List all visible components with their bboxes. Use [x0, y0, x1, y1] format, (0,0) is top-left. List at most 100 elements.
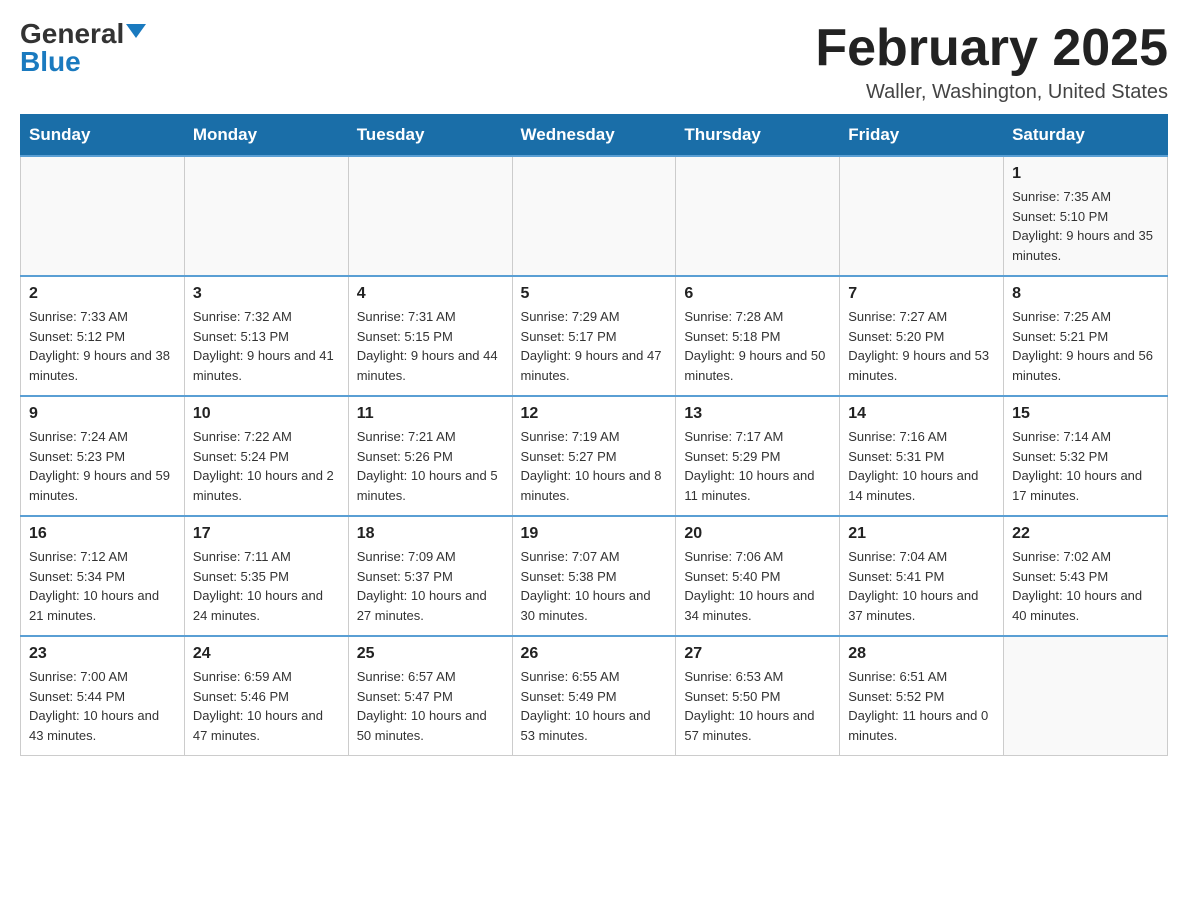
day-number: 16: [29, 525, 176, 543]
day-number: 8: [1012, 285, 1159, 303]
day-number: 12: [521, 405, 668, 423]
calendar-cell: 26Sunrise: 6:55 AM Sunset: 5:49 PM Dayli…: [512, 636, 676, 756]
day-number: 4: [357, 285, 504, 303]
calendar-cell: 27Sunrise: 6:53 AM Sunset: 5:50 PM Dayli…: [676, 636, 840, 756]
calendar-cell: 23 Sunrise: 7:00 AM Sunset: 5:44 PM Dayli…: [21, 636, 185, 756]
day-info: Sunrise: 7:11 AM Sunset: 5:35 PM Dayligh…: [193, 547, 340, 625]
day-info: Sunrise: 7:24 AM Sunset: 5:23 PM Dayligh…: [29, 427, 176, 505]
day-info: Sunrise: 7:17 AM Sunset: 5:29 PM Dayligh…: [684, 427, 831, 505]
day-number: 15: [1012, 405, 1159, 423]
calendar-day-header-friday: Friday: [840, 115, 1004, 157]
day-number: 1: [1012, 165, 1159, 183]
day-number: 27: [684, 645, 831, 663]
calendar-day-header-saturday: Saturday: [1004, 115, 1168, 157]
calendar-cell: 10 Sunrise: 7:22 AM Sunset: 5:24 PM Dayli…: [184, 396, 348, 516]
day-info: Sunrise: 6:59 AM Sunset: 5:46 PM Dayligh…: [193, 667, 340, 745]
day-info: Sunrise: 7:02 AM Sunset: 5:43 PM Dayligh…: [1012, 547, 1159, 625]
day-number: 7: [848, 285, 995, 303]
logo-blue-text: Blue: [20, 48, 81, 76]
calendar-cell: 17 Sunrise: 7:11 AM Sunset: 5:35 PM Dayli…: [184, 516, 348, 636]
day-info: Sunrise: 7:32 AM Sunset: 5:13 PM Dayligh…: [193, 307, 340, 385]
calendar-day-header-thursday: Thursday: [676, 115, 840, 157]
day-info: Sunrise: 7:07 AM Sunset: 5:38 PM Dayligh…: [521, 547, 668, 625]
title-block: February 2025 Waller, Washington, United…: [815, 20, 1168, 104]
calendar-day-header-tuesday: Tuesday: [348, 115, 512, 157]
calendar-week-row: 2 Sunrise: 7:33 AM Sunset: 5:12 PM Daylig…: [21, 276, 1168, 396]
day-number: 18: [357, 525, 504, 543]
calendar-cell: 1 Sunrise: 7:35 AM Sunset: 5:10 PM Daylig…: [1004, 156, 1168, 276]
page-header: General Blue February 2025 Waller, Washi…: [20, 20, 1168, 104]
day-info: Sunrise: 7:00 AM Sunset: 5:44 PM Dayligh…: [29, 667, 176, 745]
calendar-cell: 15Sunrise: 7:14 AM Sunset: 5:32 PM Dayli…: [1004, 396, 1168, 516]
calendar-week-row: 1 Sunrise: 7:35 AM Sunset: 5:10 PM Daylig…: [21, 156, 1168, 276]
day-number: 6: [684, 285, 831, 303]
day-info: Sunrise: 7:12 AM Sunset: 5:34 PM Dayligh…: [29, 547, 176, 625]
day-info: Sunrise: 7:29 AM Sunset: 5:17 PM Dayligh…: [521, 307, 668, 385]
calendar-week-row: 9 Sunrise: 7:24 AM Sunset: 5:23 PM Daylig…: [21, 396, 1168, 516]
day-info: Sunrise: 7:25 AM Sunset: 5:21 PM Dayligh…: [1012, 307, 1159, 385]
day-info: Sunrise: 6:57 AM Sunset: 5:47 PM Dayligh…: [357, 667, 504, 745]
day-number: 14: [848, 405, 995, 423]
calendar-header: SundayMondayTuesdayWednesdayThursdayFrid…: [21, 115, 1168, 157]
calendar-cell: [21, 156, 185, 276]
calendar-cell: 28 Sunrise: 6:51 AM Sunset: 5:52 PM Dayli…: [840, 636, 1004, 756]
calendar-cell: 18 Sunrise: 7:09 AM Sunset: 5:37 PM Dayli…: [348, 516, 512, 636]
calendar-cell: 11 Sunrise: 7:21 AM Sunset: 5:26 PM Dayli…: [348, 396, 512, 516]
calendar-cell: 14 Sunrise: 7:16 AM Sunset: 5:31 PM Dayli…: [840, 396, 1004, 516]
day-info: Sunrise: 7:33 AM Sunset: 5:12 PM Dayligh…: [29, 307, 176, 385]
calendar-cell: 3Sunrise: 7:32 AM Sunset: 5:13 PM Daylig…: [184, 276, 348, 396]
calendar-cell: [512, 156, 676, 276]
logo: General Blue: [20, 20, 146, 76]
logo-triangle-icon: [126, 24, 146, 38]
day-number: 17: [193, 525, 340, 543]
day-number: 13: [684, 405, 831, 423]
calendar-cell: 20 Sunrise: 7:06 AM Sunset: 5:40 PM Dayli…: [676, 516, 840, 636]
day-info: Sunrise: 7:21 AM Sunset: 5:26 PM Dayligh…: [357, 427, 504, 505]
calendar-cell: 12 Sunrise: 7:19 AM Sunset: 5:27 PM Dayli…: [512, 396, 676, 516]
calendar-week-row: 16 Sunrise: 7:12 AM Sunset: 5:34 PM Dayli…: [21, 516, 1168, 636]
day-info: Sunrise: 7:06 AM Sunset: 5:40 PM Dayligh…: [684, 547, 831, 625]
calendar-cell: [676, 156, 840, 276]
day-info: Sunrise: 7:22 AM Sunset: 5:24 PM Dayligh…: [193, 427, 340, 505]
day-number: 25: [357, 645, 504, 663]
day-info: Sunrise: 7:35 AM Sunset: 5:10 PM Dayligh…: [1012, 187, 1159, 265]
day-number: 19: [521, 525, 668, 543]
calendar-cell: 19 Sunrise: 7:07 AM Sunset: 5:38 PM Dayli…: [512, 516, 676, 636]
calendar-cell: 4Sunrise: 7:31 AM Sunset: 5:15 PM Daylig…: [348, 276, 512, 396]
day-number: 21: [848, 525, 995, 543]
calendar-week-row: 23 Sunrise: 7:00 AM Sunset: 5:44 PM Dayli…: [21, 636, 1168, 756]
day-info: Sunrise: 7:27 AM Sunset: 5:20 PM Dayligh…: [848, 307, 995, 385]
day-number: 28: [848, 645, 995, 663]
logo-general-text: General: [20, 20, 124, 48]
day-number: 5: [521, 285, 668, 303]
calendar-cell: [184, 156, 348, 276]
calendar-body: 1 Sunrise: 7:35 AM Sunset: 5:10 PM Daylig…: [21, 156, 1168, 756]
calendar-cell: 2 Sunrise: 7:33 AM Sunset: 5:12 PM Daylig…: [21, 276, 185, 396]
calendar-cell: [840, 156, 1004, 276]
day-number: 22: [1012, 525, 1159, 543]
day-info: Sunrise: 7:16 AM Sunset: 5:31 PM Dayligh…: [848, 427, 995, 505]
day-info: Sunrise: 7:28 AM Sunset: 5:18 PM Dayligh…: [684, 307, 831, 385]
day-number: 2: [29, 285, 176, 303]
calendar-cell: [1004, 636, 1168, 756]
day-number: 10: [193, 405, 340, 423]
day-number: 20: [684, 525, 831, 543]
calendar-cell: 6 Sunrise: 7:28 AM Sunset: 5:18 PM Daylig…: [676, 276, 840, 396]
day-number: 9: [29, 405, 176, 423]
calendar-day-header-sunday: Sunday: [21, 115, 185, 157]
day-info: Sunrise: 7:19 AM Sunset: 5:27 PM Dayligh…: [521, 427, 668, 505]
calendar-cell: 5 Sunrise: 7:29 AM Sunset: 5:17 PM Daylig…: [512, 276, 676, 396]
calendar-cell: 21 Sunrise: 7:04 AM Sunset: 5:41 PM Dayli…: [840, 516, 1004, 636]
calendar-cell: 9 Sunrise: 7:24 AM Sunset: 5:23 PM Daylig…: [21, 396, 185, 516]
calendar-cell: 22 Sunrise: 7:02 AM Sunset: 5:43 PM Dayli…: [1004, 516, 1168, 636]
location-subtitle: Waller, Washington, United States: [815, 81, 1168, 104]
calendar-table: SundayMondayTuesdayWednesdayThursdayFrid…: [20, 114, 1168, 756]
day-info: Sunrise: 7:04 AM Sunset: 5:41 PM Dayligh…: [848, 547, 995, 625]
day-number: 11: [357, 405, 504, 423]
day-number: 23: [29, 645, 176, 663]
calendar-day-header-wednesday: Wednesday: [512, 115, 676, 157]
day-info: Sunrise: 6:51 AM Sunset: 5:52 PM Dayligh…: [848, 667, 995, 745]
calendar-day-header-monday: Monday: [184, 115, 348, 157]
day-info: Sunrise: 7:09 AM Sunset: 5:37 PM Dayligh…: [357, 547, 504, 625]
calendar-cell: 7 Sunrise: 7:27 AM Sunset: 5:20 PM Daylig…: [840, 276, 1004, 396]
